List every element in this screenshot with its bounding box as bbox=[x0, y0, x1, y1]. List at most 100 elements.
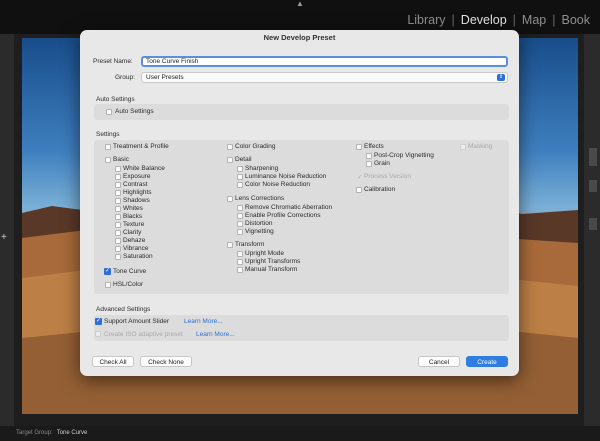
module-separator: | bbox=[552, 13, 556, 27]
detail-label: Detail bbox=[235, 156, 252, 163]
calibration-checkbox[interactable] bbox=[356, 187, 362, 193]
distortion-checkbox[interactable] bbox=[237, 221, 243, 227]
dehaze-label: Dehaze bbox=[123, 237, 146, 244]
module-picker: Library | Develop | Map | Book bbox=[407, 11, 600, 29]
auto-settings-label: Auto Settings bbox=[115, 108, 154, 115]
module-library[interactable]: Library bbox=[407, 13, 445, 27]
grain-checkbox[interactable] bbox=[366, 161, 372, 167]
auto-settings-checkbox[interactable] bbox=[106, 109, 112, 115]
cancel-button[interactable]: Cancel bbox=[418, 356, 460, 367]
exposure-label: Exposure bbox=[123, 173, 151, 180]
contrast-label: Contrast bbox=[123, 181, 148, 188]
luminance-noise-reduction-checkbox[interactable] bbox=[237, 174, 243, 180]
texture-checkbox[interactable] bbox=[115, 222, 121, 228]
chevron-updown-icon[interactable]: ⇕ bbox=[497, 74, 505, 81]
right-panel-control[interactable] bbox=[589, 148, 597, 166]
hsl-color-label: HSL/Color bbox=[113, 281, 143, 288]
create-iso-adaptive-label: Create ISO adaptive preset bbox=[104, 331, 183, 338]
upright-mode-label: Upright Mode bbox=[245, 250, 285, 257]
upright-transforms-label: Upright Transforms bbox=[245, 258, 301, 265]
module-develop[interactable]: Develop bbox=[461, 13, 507, 27]
tone-curve-checkbox[interactable]: ✓ bbox=[104, 268, 111, 275]
new-develop-preset-dialog: New Develop Preset Preset Name: Tone Cur… bbox=[80, 30, 519, 376]
module-book[interactable]: Book bbox=[562, 13, 591, 27]
grain-label: Grain bbox=[374, 160, 390, 167]
color-grading-checkbox[interactable] bbox=[227, 144, 233, 150]
post-crop-vignetting-label: Post-Crop Vignetting bbox=[374, 152, 434, 159]
luminance-noise-reduction-label: Luminance Noise Reduction bbox=[245, 173, 327, 180]
exposure-checkbox[interactable] bbox=[115, 174, 121, 180]
support-amount-slider-checkbox[interactable]: ✓ bbox=[95, 318, 102, 325]
create-iso-adaptive-checkbox[interactable] bbox=[95, 331, 101, 337]
group-label: Group: bbox=[115, 74, 135, 81]
saturation-checkbox[interactable] bbox=[115, 254, 121, 260]
white-balance-checkbox[interactable] bbox=[115, 166, 121, 172]
upright-mode-checkbox[interactable] bbox=[237, 251, 243, 257]
enable-profile-corrections-label: Enable Profile Corrections bbox=[245, 212, 321, 219]
add-icon[interactable]: + bbox=[1, 232, 7, 243]
treatment-profile-checkbox[interactable] bbox=[105, 144, 111, 150]
basic-checkbox[interactable] bbox=[105, 157, 111, 163]
remove-chromatic-aberration-label: Remove Chromatic Aberration bbox=[245, 204, 333, 211]
calibration-label: Calibration bbox=[364, 186, 396, 193]
hsl-color-checkbox[interactable] bbox=[105, 282, 111, 288]
blacks-checkbox[interactable] bbox=[115, 214, 121, 220]
saturation-label: Saturation bbox=[123, 253, 153, 260]
vignetting-label: Vignetting bbox=[245, 228, 274, 235]
module-separator: | bbox=[451, 13, 455, 27]
sharpening-checkbox[interactable] bbox=[237, 166, 243, 172]
vignetting-checkbox[interactable] bbox=[237, 229, 243, 235]
vibrance-checkbox[interactable] bbox=[115, 246, 121, 252]
settings-heading: Settings bbox=[96, 131, 120, 138]
transform-label: Transform bbox=[235, 241, 265, 248]
group-select[interactable]: User Presets bbox=[141, 72, 508, 83]
lens-corrections-checkbox[interactable] bbox=[227, 196, 233, 202]
blacks-label: Blacks bbox=[123, 213, 143, 220]
shadows-label: Shadows bbox=[123, 197, 150, 204]
support-amount-learn-more-link[interactable]: Learn More... bbox=[184, 318, 223, 325]
check-none-button[interactable]: Check None bbox=[140, 356, 192, 367]
create-button[interactable]: Create bbox=[466, 356, 508, 367]
preset-name-input[interactable]: Tone Curve Finish bbox=[141, 56, 508, 67]
right-panel-control[interactable] bbox=[589, 218, 597, 230]
remove-chromatic-aberration-checkbox[interactable] bbox=[237, 205, 243, 211]
enable-profile-corrections-checkbox[interactable] bbox=[237, 213, 243, 219]
lens-corrections-label: Lens Corrections bbox=[235, 195, 285, 202]
manual-transform-label: Manual Transform bbox=[245, 266, 298, 273]
color-noise-reduction-checkbox[interactable] bbox=[237, 182, 243, 188]
module-map[interactable]: Map bbox=[522, 13, 546, 27]
shadows-checkbox[interactable] bbox=[115, 198, 121, 204]
masking-checkbox[interactable] bbox=[460, 144, 466, 150]
clarity-checkbox[interactable] bbox=[115, 230, 121, 236]
masking-label: Masking bbox=[468, 143, 493, 150]
contrast-checkbox[interactable] bbox=[115, 182, 121, 188]
auto-settings-group bbox=[94, 104, 509, 120]
right-panel-control[interactable] bbox=[589, 180, 597, 192]
advanced-settings-heading: Advanced Settings bbox=[96, 306, 151, 313]
dialog-title: New Develop Preset bbox=[263, 33, 336, 42]
post-crop-vignetting-checkbox[interactable] bbox=[366, 153, 372, 159]
collapse-top-panel-icon[interactable]: ▲ bbox=[293, 0, 307, 8]
highlights-label: Highlights bbox=[123, 189, 152, 196]
effects-checkbox[interactable] bbox=[356, 144, 362, 150]
module-separator: | bbox=[512, 13, 516, 27]
auto-settings-heading: Auto Settings bbox=[96, 96, 135, 103]
detail-checkbox[interactable] bbox=[227, 157, 233, 163]
target-group-value: Tone Curve bbox=[56, 430, 88, 436]
bottom-bar: Target Group: Tone Curve bbox=[0, 426, 600, 441]
top-bar: ▲ Library | Develop | Map | Book bbox=[0, 0, 600, 34]
process-version-checkmark-icon: ✓ bbox=[357, 174, 363, 181]
manual-transform-checkbox[interactable] bbox=[237, 267, 243, 273]
basic-label: Basic bbox=[113, 156, 129, 163]
dehaze-checkbox[interactable] bbox=[115, 238, 121, 244]
whites-checkbox[interactable] bbox=[115, 206, 121, 212]
check-all-button[interactable]: Check All bbox=[92, 356, 134, 367]
color-noise-reduction-label: Color Noise Reduction bbox=[245, 181, 311, 188]
transform-checkbox[interactable] bbox=[227, 242, 233, 248]
create-iso-learn-more-link[interactable]: Learn More... bbox=[196, 331, 235, 338]
upright-transforms-checkbox[interactable] bbox=[237, 259, 243, 265]
treatment-profile-label: Treatment & Profile bbox=[113, 143, 169, 150]
whites-label: Whites bbox=[123, 205, 143, 212]
highlights-checkbox[interactable] bbox=[115, 190, 121, 196]
vibrance-label: Vibrance bbox=[123, 245, 149, 252]
